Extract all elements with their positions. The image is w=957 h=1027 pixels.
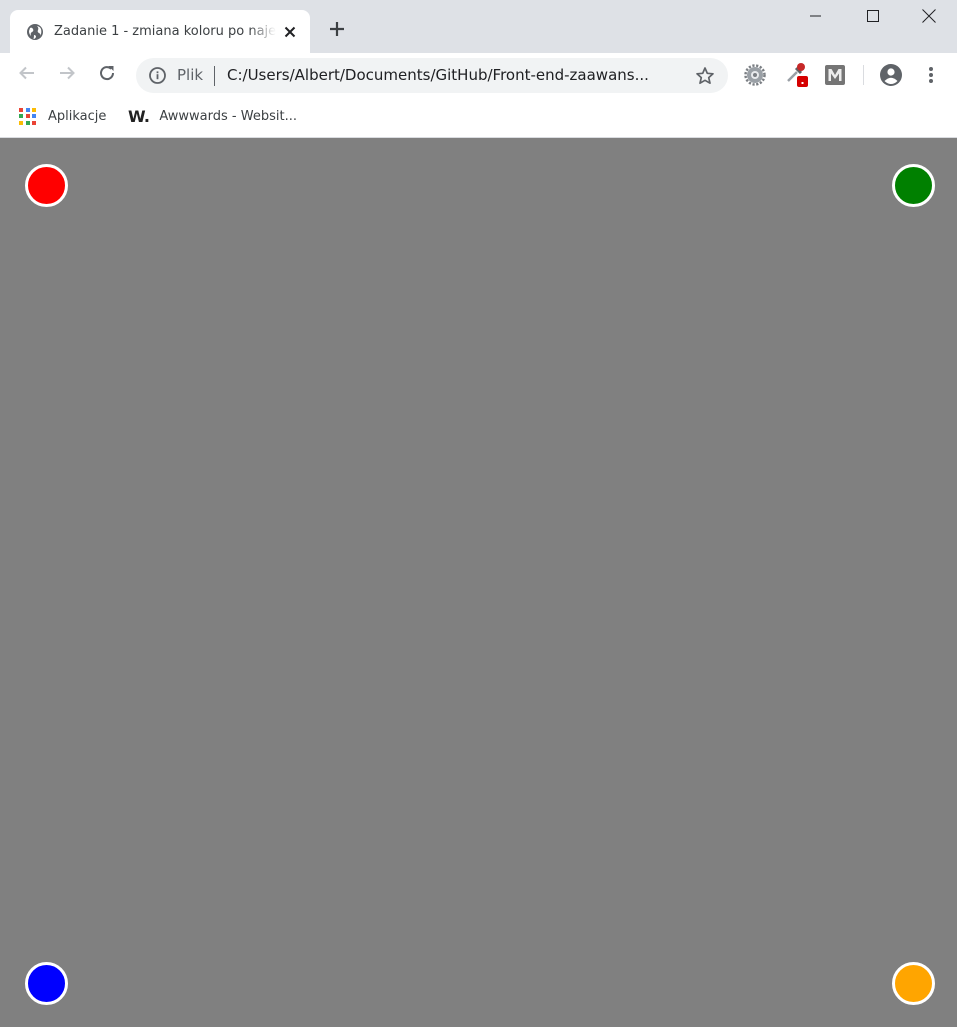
m-extension-icon[interactable] [823, 63, 847, 87]
close-icon[interactable] [281, 23, 299, 41]
toolbar-divider [863, 65, 864, 85]
security-label: Plik [177, 66, 204, 84]
w-logo-icon: W. [128, 106, 150, 126]
maximize-icon [866, 9, 879, 27]
dot-bottom-right[interactable] [892, 962, 935, 1005]
bookmark-label: Aplikacje [48, 108, 107, 124]
account-icon[interactable] [879, 63, 903, 87]
minimize-button[interactable] [787, 0, 844, 36]
dot-top-left[interactable] [25, 164, 68, 207]
bookmarks-bar: Aplikacje W. Awwwards - Websit... [0, 98, 957, 138]
back-button[interactable] [15, 63, 39, 87]
more-vert-icon[interactable] [919, 63, 943, 87]
new-tab-button[interactable] [325, 19, 349, 43]
tab-strip: Zadanie 1 - zmiana koloru po najechaniu [0, 0, 957, 53]
url-text[interactable]: C:/Users/Albert/Documents/GitHub/Front-e… [227, 66, 672, 85]
globe-icon [26, 23, 44, 41]
forward-button[interactable] [55, 63, 79, 87]
apps-grid-icon [19, 107, 36, 125]
maximize-button[interactable] [844, 0, 901, 36]
reload-icon [98, 64, 116, 87]
info-icon[interactable] [148, 66, 167, 85]
plus-icon [329, 21, 345, 42]
bookmark-awwwards[interactable]: W. Awwwards - Websit... [128, 105, 297, 127]
reload-button[interactable] [95, 63, 119, 87]
eyedropper-extension-icon[interactable] [785, 63, 809, 87]
dot-top-right[interactable] [892, 164, 935, 207]
arrow-left-icon [18, 64, 36, 87]
browser-tab[interactable]: Zadanie 1 - zmiana koloru po najechaniu [10, 10, 310, 53]
page-canvas [0, 139, 957, 1027]
tab-title: Zadanie 1 - zmiana koloru po najechaniu [54, 24, 276, 39]
gear-extension-icon[interactable] [743, 63, 767, 87]
bookmark-apps[interactable]: Aplikacje [19, 105, 106, 127]
browser-toolbar: Plik C:/Users/Albert/Documents/GitHub/Fr… [0, 53, 957, 98]
window-close-button[interactable] [900, 0, 957, 36]
address-bar[interactable]: Plik C:/Users/Albert/Documents/GitHub/Fr… [136, 58, 728, 93]
minimize-icon [809, 9, 822, 27]
star-icon[interactable] [694, 65, 716, 87]
bookmark-label: Awwwards - Websit... [159, 108, 297, 124]
arrow-right-icon [58, 64, 76, 87]
close-icon [921, 8, 936, 28]
divider [214, 66, 215, 86]
dot-bottom-left[interactable] [25, 962, 68, 1005]
